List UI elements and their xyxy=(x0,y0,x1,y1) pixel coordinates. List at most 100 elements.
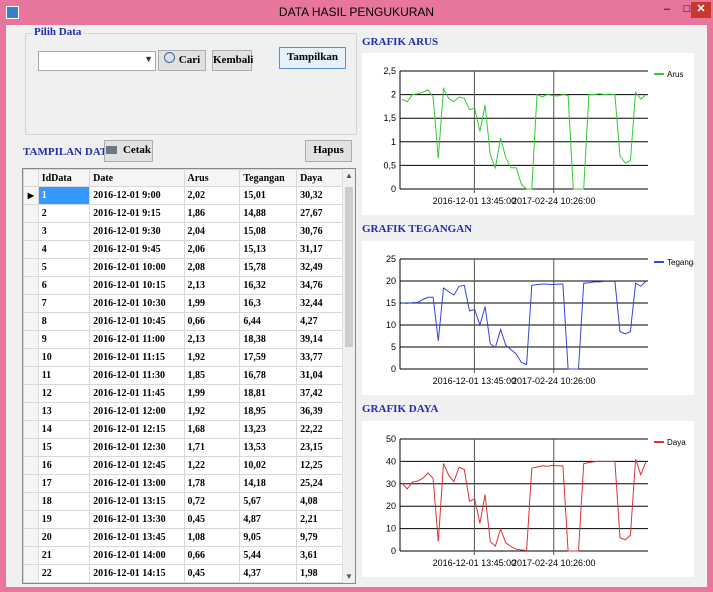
table-cell[interactable]: 2,04 xyxy=(183,222,241,241)
table-cell[interactable]: 1,92 xyxy=(183,348,241,367)
table-cell[interactable]: 13 xyxy=(37,402,91,421)
table-cell[interactable]: 0,45 xyxy=(183,510,241,529)
table-cell[interactable]: 16,78 xyxy=(239,366,298,385)
table-cell[interactable]: 23 xyxy=(37,582,91,583)
table-cell[interactable]: 10 xyxy=(37,348,91,367)
table-cell[interactable]: 9,05 xyxy=(239,528,298,547)
table-cell[interactable]: 2016-12-01 11:30 xyxy=(89,366,185,385)
table-row[interactable]: 2 2016-12-01 9:15 1,86 14,88 27,67 xyxy=(23,204,355,223)
table-cell[interactable]: 18,95 xyxy=(239,402,298,421)
table-cell[interactable]: 14,18 xyxy=(239,474,298,493)
column-header[interactable]: Date xyxy=(89,169,185,187)
row-header[interactable] xyxy=(23,510,39,529)
title-bar[interactable]: DATA HASIL PENGUKURAN – □ ✕ xyxy=(0,0,713,24)
table-cell[interactable]: 1,68 xyxy=(183,420,241,439)
table-cell[interactable]: 2016-12-01 9:45 xyxy=(89,240,185,259)
table-row[interactable]: 20 2016-12-01 13:45 1,08 9,05 9,79 xyxy=(23,528,355,547)
table-cell[interactable]: 2,06 xyxy=(183,240,241,259)
table-cell[interactable]: 13,23 xyxy=(239,420,298,439)
table-cell[interactable]: 15,01 xyxy=(239,186,298,205)
table-cell[interactable]: 2016-12-01 10:15 xyxy=(89,276,185,295)
table-row[interactable]: 5 2016-12-01 10:00 2,08 15,78 32,49 xyxy=(23,258,355,277)
table-cell[interactable]: 4,87 xyxy=(239,510,298,529)
table-cell[interactable]: 16 xyxy=(37,456,91,475)
table-cell[interactable]: 15,08 xyxy=(239,222,298,241)
table-cell[interactable]: 1,99 xyxy=(183,294,241,313)
table-cell[interactable]: 2016-12-01 9:00 xyxy=(89,186,185,205)
table-row[interactable]: 22 2016-12-01 14:15 0,45 4,37 1,98 xyxy=(23,564,355,583)
table-row[interactable]: 15 2016-12-01 12:30 1,71 13,53 23,15 xyxy=(23,438,355,457)
table-cell[interactable]: 2016-12-01 14:30 xyxy=(89,582,185,583)
table-cell[interactable]: 3,37 xyxy=(239,582,298,583)
scroll-thumb[interactable] xyxy=(345,187,353,347)
table-cell[interactable]: 2016-12-01 11:00 xyxy=(89,330,185,349)
table-cell[interactable]: 2016-12-01 10:45 xyxy=(89,312,185,331)
table-cell[interactable]: 1,99 xyxy=(183,384,241,403)
table-row[interactable]: 3 2016-12-01 9:30 2,04 15,08 30,76 xyxy=(23,222,355,241)
table-cell[interactable]: 2,13 xyxy=(183,276,241,295)
cari-button[interactable]: Cari xyxy=(158,50,206,71)
row-header[interactable]: ▶ xyxy=(23,186,39,205)
row-header[interactable] xyxy=(23,348,39,367)
row-header[interactable] xyxy=(23,492,39,511)
table-cell[interactable]: 2016-12-01 10:30 xyxy=(89,294,185,313)
table-cell[interactable]: 2016-12-01 12:45 xyxy=(89,456,185,475)
chevron-down-icon[interactable]: ▼ xyxy=(144,54,153,64)
data-combobox[interactable]: ▼ xyxy=(38,51,156,71)
table-cell[interactable]: 17,59 xyxy=(239,348,298,367)
table-cell[interactable]: 21 xyxy=(37,546,91,565)
table-cell[interactable]: 1,86 xyxy=(183,204,241,223)
table-cell[interactable]: 8 xyxy=(37,312,91,331)
table-row[interactable]: 13 2016-12-01 12:00 1,92 18,95 36,39 xyxy=(23,402,355,421)
table-cell[interactable]: 0,66 xyxy=(183,546,241,565)
table-cell[interactable]: 1,92 xyxy=(183,402,241,421)
column-header[interactable]: IdData xyxy=(37,169,91,187)
table-row[interactable]: 11 2016-12-01 11:30 1,85 16,78 31,04 xyxy=(23,366,355,385)
table-cell[interactable]: 2016-12-01 13:45 xyxy=(89,528,185,547)
table-cell[interactable]: 1 xyxy=(37,186,91,205)
table-cell[interactable]: 13,53 xyxy=(239,438,298,457)
table-cell[interactable]: 2,02 xyxy=(183,186,241,205)
row-header[interactable] xyxy=(23,312,39,331)
vertical-scrollbar[interactable]: ▲ ▼ xyxy=(342,169,355,583)
table-row[interactable]: 18 2016-12-01 13:15 0,72 5,67 4,08 xyxy=(23,492,355,511)
table-row[interactable]: 14 2016-12-01 12:15 1,68 13,23 22,22 xyxy=(23,420,355,439)
table-cell[interactable]: 5 xyxy=(37,258,91,277)
table-cell[interactable]: 2,13 xyxy=(183,330,241,349)
table-cell[interactable]: 15,13 xyxy=(239,240,298,259)
table-cell[interactable]: 1,78 xyxy=(183,474,241,493)
table-cell[interactable]: 2016-12-01 13:00 xyxy=(89,474,185,493)
close-button[interactable]: ✕ xyxy=(691,2,711,18)
table-row[interactable]: 4 2016-12-01 9:45 2,06 15,13 31,17 xyxy=(23,240,355,259)
row-header[interactable] xyxy=(23,546,39,565)
scroll-down-icon[interactable]: ▼ xyxy=(345,572,353,581)
table-cell[interactable]: 0,66 xyxy=(183,312,241,331)
table-cell[interactable]: 18,38 xyxy=(239,330,298,349)
table-cell[interactable]: 6 xyxy=(37,276,91,295)
table-cell[interactable]: 2016-12-01 13:30 xyxy=(89,510,185,529)
row-header[interactable] xyxy=(23,258,39,277)
table-cell[interactable]: 18,81 xyxy=(239,384,298,403)
table-cell[interactable]: 1,85 xyxy=(183,366,241,385)
table-cell[interactable]: 19 xyxy=(37,510,91,529)
table-cell[interactable]: 2016-12-01 9:30 xyxy=(89,222,185,241)
table-cell[interactable]: 14,88 xyxy=(239,204,298,223)
row-header[interactable] xyxy=(23,420,39,439)
hapus-button[interactable]: Hapus xyxy=(305,140,352,162)
cetak-button[interactable]: Cetak xyxy=(104,140,153,162)
data-grid[interactable]: IdData Date Arus Tegangan Daya ▶ 1 2016-12-01 … xyxy=(22,168,356,584)
table-cell[interactable]: 4,37 xyxy=(239,564,298,583)
row-header[interactable] xyxy=(23,204,39,223)
table-cell[interactable]: 16,32 xyxy=(239,276,298,295)
table-cell[interactable]: 22 xyxy=(37,564,91,583)
table-row[interactable]: 17 2016-12-01 13:00 1,78 14,18 25,24 xyxy=(23,474,355,493)
row-header[interactable] xyxy=(23,438,39,457)
table-cell[interactable]: 1,71 xyxy=(183,438,241,457)
table-cell[interactable]: 0,45 xyxy=(183,582,241,583)
table-row[interactable]: 21 2016-12-01 14:00 0,66 5,44 3,61 xyxy=(23,546,355,565)
table-cell[interactable]: 17 xyxy=(37,474,91,493)
table-cell[interactable]: 12 xyxy=(37,384,91,403)
table-row[interactable]: 12 2016-12-01 11:45 1,99 18,81 37,42 xyxy=(23,384,355,403)
table-cell[interactable]: 2,08 xyxy=(183,258,241,277)
table-cell[interactable]: 2016-12-01 9:15 xyxy=(89,204,185,223)
